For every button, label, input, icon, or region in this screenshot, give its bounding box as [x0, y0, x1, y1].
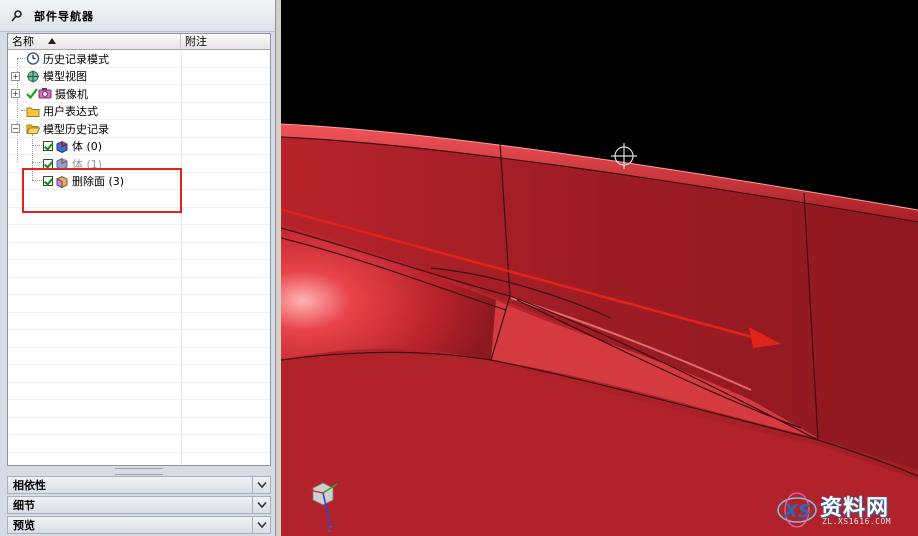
chevron-down-icon[interactable]	[252, 477, 270, 493]
camera-icon	[38, 88, 52, 99]
section-preview[interactable]: 预览	[7, 516, 271, 534]
collapse-icon[interactable]: −	[11, 124, 20, 133]
svg-text:XS: XS	[783, 501, 811, 522]
panel-splitter-handle[interactable]	[115, 468, 163, 475]
clock-icon	[26, 52, 40, 65]
body-feature-icon	[56, 140, 68, 153]
chevron-down-icon[interactable]	[252, 497, 270, 513]
tree-item-label: 用户表达式	[43, 105, 98, 118]
navigator-title-bar: 部件导航器	[0, 0, 275, 32]
section-details[interactable]: 细节	[7, 496, 271, 514]
svg-text:Z: Z	[327, 525, 333, 534]
tree-row-empty	[8, 242, 270, 260]
model-render: Z	[281, 123, 918, 536]
tree-row-empty	[8, 365, 270, 383]
expand-icon[interactable]: +	[11, 89, 20, 98]
tree-row-empty	[8, 347, 270, 365]
tree-row-empty	[8, 382, 270, 400]
graphics-viewport[interactable]: Z XS 资料网 ZL.XS1616.COM	[281, 0, 918, 536]
tree-row-empty	[8, 435, 270, 453]
watermark-url: ZL.XS1616.COM	[822, 517, 892, 526]
sort-ascending-icon	[48, 38, 56, 44]
tree-header: 名称 附注	[8, 34, 270, 50]
expand-icon[interactable]: +	[11, 71, 20, 81]
tree-row[interactable]: + 摄像机	[8, 85, 270, 103]
tree-item-label: 模型历史记录	[43, 122, 109, 136]
tree-row-empty	[8, 312, 270, 330]
tree-row[interactable]: 体 (0)	[8, 137, 270, 155]
tree-row[interactable]: 用户表达式	[8, 102, 270, 120]
tree-row-empty	[8, 330, 270, 348]
navigator-tree[interactable]: 名称 附注 历史记录模式 + 模型视图 + 摄像机 用户表达式 − 模型历史记录…	[7, 33, 271, 466]
section-dependencies[interactable]: 相依性	[7, 476, 271, 494]
visible-check-icon	[26, 88, 38, 100]
feature-checkbox[interactable]	[43, 158, 53, 169]
folder-icon	[26, 107, 40, 117]
tree-row[interactable]: + 模型视图	[8, 67, 270, 85]
watermark: XS 资料网 ZL.XS1616.COM	[776, 490, 914, 530]
tree-item-label: 摄像机	[55, 87, 88, 101]
tree-row-empty	[8, 452, 270, 465]
tree-row[interactable]: − 模型历史记录	[8, 120, 270, 138]
part-navigator-panel: 部件导航器 名称 附注 历史记录模式 + 模型视图 + 摄像机 用户表达式 − …	[0, 0, 276, 536]
chevron-down-icon[interactable]	[252, 517, 270, 533]
pin-icon[interactable]	[10, 9, 24, 23]
tree-item-label: 历史记录模式	[43, 52, 109, 66]
tree-item-label: 模型视图	[43, 70, 87, 83]
tree-row-empty	[8, 295, 270, 313]
tree-item-label: 体 (0)	[72, 140, 103, 153]
tree-row-empty	[8, 225, 270, 243]
column-header-note[interactable]: 附注	[181, 34, 270, 49]
feature-checkbox[interactable]	[43, 141, 53, 151]
folder-open-icon	[26, 124, 40, 134]
watermark-logo-icon: XS	[777, 492, 817, 528]
tree-row-empty	[8, 400, 270, 418]
model-view-icon	[27, 70, 39, 82]
tree-row-empty	[8, 260, 270, 278]
tree-row-empty	[8, 417, 270, 435]
tree-row-empty	[8, 277, 270, 295]
tree-row[interactable]: 历史记录模式	[8, 50, 270, 68]
column-header-name[interactable]: 名称	[8, 34, 181, 49]
annotation-highlight-box	[22, 168, 182, 213]
navigator-title: 部件导航器	[34, 9, 94, 23]
